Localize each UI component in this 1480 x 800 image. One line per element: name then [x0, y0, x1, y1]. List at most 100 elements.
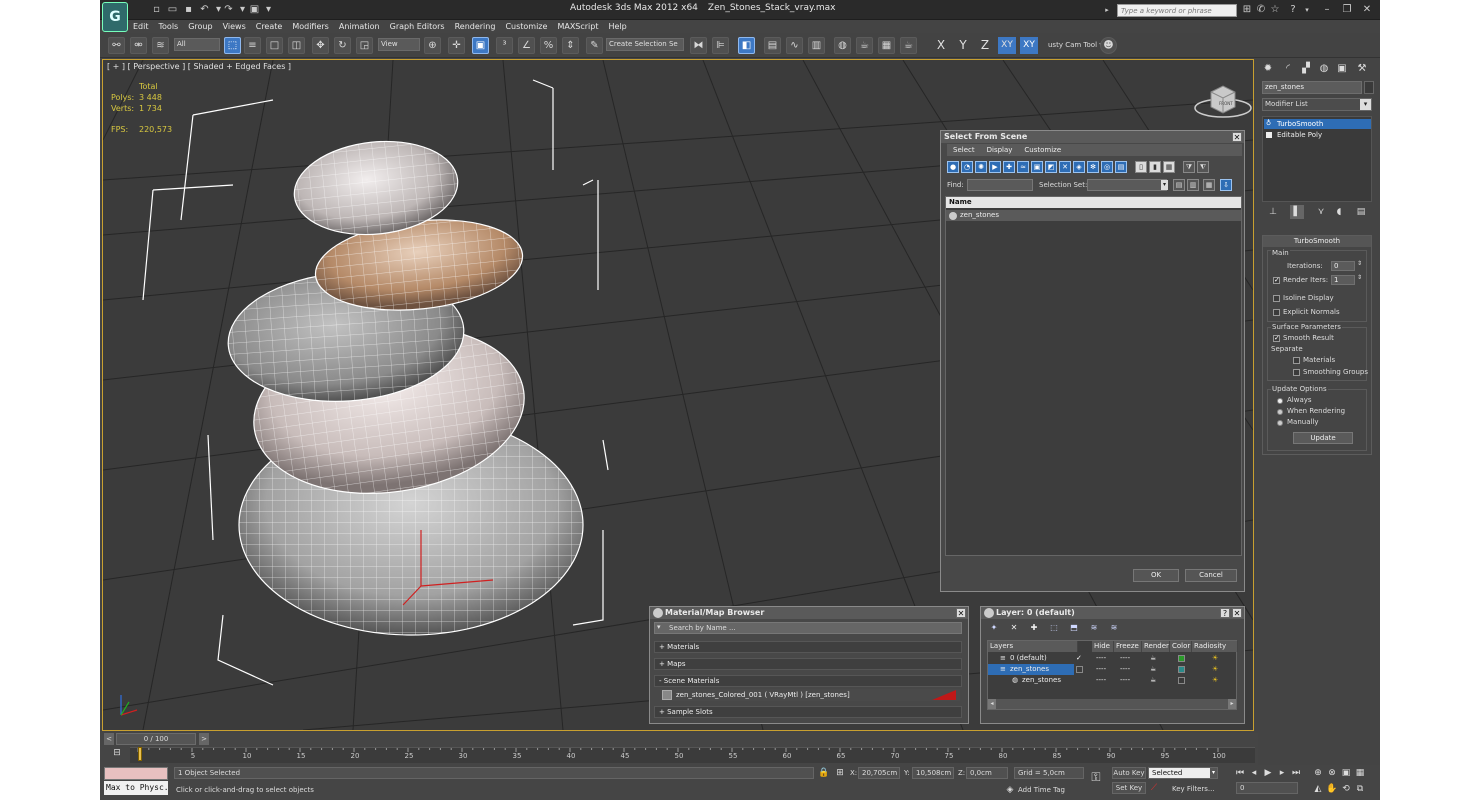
object-color-swatch[interactable] [1364, 81, 1374, 94]
absolute-mode-icon[interactable]: ⊞ [834, 767, 846, 779]
selection-filter-dropdown[interactable]: All [174, 38, 220, 51]
field-of-view-icon[interactable]: ◭ [1312, 783, 1324, 795]
layer-freeze-value[interactable]: ---- [1120, 653, 1130, 664]
x-coord-field[interactable]: 20,705cm [858, 767, 900, 779]
sfs-menu-select[interactable]: Select [947, 144, 981, 156]
current-layer-box-icon[interactable] [1076, 666, 1083, 673]
zoom-all-icon[interactable]: ⊗ [1326, 767, 1338, 779]
binoculars-icon[interactable]: ⊞ [1240, 3, 1254, 17]
isoline-display-checkbox[interactable] [1273, 295, 1280, 302]
zoom-icon[interactable]: ⊕ [1312, 767, 1324, 779]
maxscript-output[interactable]: Max to Physc. [104, 781, 168, 795]
menu-edit[interactable]: Edit [128, 20, 154, 33]
layer-hide-value[interactable]: ---- [1096, 653, 1106, 664]
key-filters-button[interactable]: Key Filters... [1172, 785, 1215, 793]
auto-key-button[interactable]: Auto Key [1112, 767, 1146, 779]
radiosity-icon[interactable]: ☀ [1212, 675, 1218, 686]
key-mode-icon[interactable]: ⚿ [1090, 771, 1102, 783]
modifier-on-bulb-icon[interactable]: ♁ [1266, 119, 1271, 127]
select-all-icon[interactable]: ▦ [1163, 161, 1175, 173]
make-unique-icon[interactable]: ⋎ [1314, 205, 1328, 219]
new-file-icon[interactable]: ▫ [150, 3, 163, 16]
spinner-snap-icon[interactable]: ⇕ [562, 37, 579, 54]
column-hide[interactable]: Hide [1092, 641, 1114, 652]
hierarchy-tab-icon[interactable]: ▞ [1298, 61, 1314, 77]
filter-options-icon[interactable]: ⧨ [1197, 161, 1209, 173]
selection-set-dropdown-arrow-icon[interactable]: ▾ [1161, 180, 1168, 190]
time-slider-prev-icon[interactable]: < [104, 733, 114, 745]
zoom-extents-icon[interactable]: ▣ [1340, 767, 1352, 779]
menu-graph-editors[interactable]: Graph Editors [385, 20, 450, 33]
explicit-normals-checkbox[interactable] [1273, 309, 1280, 316]
sfs-tool-4-icon[interactable]: ⇩ [1220, 179, 1232, 191]
object-name-field[interactable]: zen_stones [1262, 81, 1362, 94]
layer-horizontal-scrollbar[interactable] [988, 699, 1236, 709]
selection-lock-icon[interactable]: 🔒 [818, 767, 830, 779]
list-item[interactable]: zen_stones [946, 210, 1241, 221]
layer-help-icon[interactable]: ? [1220, 608, 1230, 618]
render-setup-icon[interactable]: ☕ [856, 37, 873, 54]
maxscript-listener-input[interactable] [104, 767, 168, 780]
menu-tools[interactable]: Tools [154, 20, 184, 33]
menu-maxscript[interactable]: MAXScript [552, 20, 603, 33]
highlight-layer-icon[interactable]: ⬒ [1069, 623, 1079, 633]
display-spacewarps-icon[interactable]: ≈ [1017, 161, 1029, 173]
update-always-radio[interactable] [1277, 398, 1283, 404]
column-header-name[interactable]: Name [946, 197, 1241, 208]
select-and-scale-icon[interactable]: ◲ [356, 37, 373, 54]
remove-modifier-icon[interactable]: ◖ [1332, 205, 1346, 219]
iterations-spinner-arrows-icon[interactable]: ⇕ [1357, 260, 1362, 267]
mirror-icon[interactable]: ⧓ [690, 37, 707, 54]
layer-freeze-value[interactable]: ---- [1120, 664, 1130, 675]
rectangular-selection-icon[interactable]: □ [266, 37, 283, 54]
filter-funnel-icon[interactable]: ⧩ [1183, 161, 1195, 173]
communication-center-icon[interactable]: ✆ [1254, 3, 1268, 17]
layer-color-swatch[interactable] [1178, 677, 1185, 684]
display-xrefs-icon[interactable]: ◩ [1045, 161, 1057, 173]
turbosmooth-rollout-header[interactable]: TurboSmooth [1263, 236, 1371, 247]
display-hidden-icon[interactable]: ◎ [1101, 161, 1113, 173]
column-freeze[interactable]: Freeze [1114, 641, 1142, 652]
minimize-icon[interactable]: – [1320, 3, 1334, 17]
update-manually-radio[interactable] [1277, 420, 1283, 426]
perspective-viewport[interactable]: FRONT [ + ] [ Perspective ] [ Shaded + E… [102, 59, 1254, 731]
layer-hide-value[interactable]: ---- [1096, 664, 1106, 675]
select-by-name-icon[interactable]: ≡ [244, 37, 261, 54]
render-teapot-icon[interactable]: ☕ [1150, 664, 1156, 675]
viewport-label-menu[interactable]: [ + ] [ Perspective ] [ Shaded + Edged F… [107, 62, 291, 71]
z-coord-field[interactable]: 0,0cm [966, 767, 1008, 779]
radiosity-icon[interactable]: ☀ [1212, 653, 1218, 664]
select-and-rotate-icon[interactable]: ↻ [334, 37, 351, 54]
scroll-left-icon[interactable]: ◂ [988, 699, 996, 709]
display-tab-icon[interactable]: ▣ [1334, 61, 1350, 77]
select-and-move-icon[interactable]: ✥ [312, 37, 329, 54]
edit-named-selection-icon[interactable]: ✎ [586, 37, 603, 54]
update-when-rendering-radio[interactable] [1277, 409, 1283, 415]
schematic-view-icon[interactable]: ▥ [808, 37, 825, 54]
select-in-layer-icon[interactable]: ⬚ [1049, 623, 1059, 633]
create-layer-icon[interactable]: ✦ [989, 623, 999, 633]
help-icon[interactable]: ? [1286, 3, 1300, 17]
display-frozen-icon[interactable]: ✻ [1087, 161, 1099, 173]
create-tab-icon[interactable]: ✹ [1260, 61, 1276, 77]
sfs-tool-3-icon[interactable]: ▦ [1203, 179, 1215, 191]
smooth-result-checkbox[interactable]: ✓ [1273, 335, 1280, 342]
iterations-spinner[interactable]: 0 [1331, 261, 1355, 271]
zen-stones-mesh[interactable] [224, 134, 584, 636]
find-input[interactable] [967, 179, 1033, 191]
utilities-tab-icon[interactable]: ⚒ [1354, 61, 1370, 77]
modifier-list-arrow-icon[interactable]: ▾ [1360, 99, 1371, 110]
y-coord-field[interactable]: 10,508cm [912, 767, 954, 779]
play-icon[interactable]: ▶ [1262, 767, 1274, 779]
display-geometry-icon[interactable]: ● [947, 161, 959, 173]
display-invert-icon[interactable]: ▮ [1149, 161, 1161, 173]
render-production-icon[interactable]: ☕ [900, 37, 917, 54]
motion-tab-icon[interactable]: ◍ [1316, 61, 1332, 77]
orbit-icon[interactable]: ⟲ [1340, 783, 1352, 795]
stack-item-editable-poly[interactable]: Editable Poly [1264, 130, 1371, 140]
update-button[interactable]: Update [1293, 432, 1353, 444]
save-icon[interactable]: ▪ [182, 3, 195, 16]
materials-group[interactable]: + Materials [654, 641, 962, 653]
keyboard-shortcut-override-icon[interactable]: ▣ [472, 37, 489, 54]
application-button-logo[interactable]: G [102, 2, 128, 32]
